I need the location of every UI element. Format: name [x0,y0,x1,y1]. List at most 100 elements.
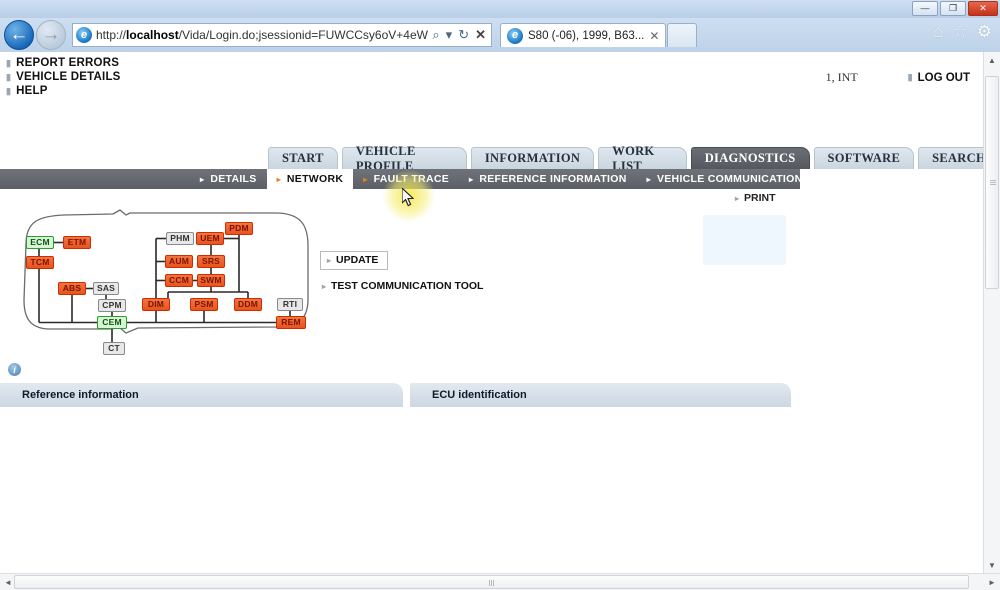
chevron-right-icon: ▸ [200,174,205,184]
node-ccm[interactable]: CCM [165,274,193,287]
tab-label: S80 (-06), 1999, B63... [528,29,645,42]
new-tab-button[interactable] [667,23,698,47]
link-vehicle-details[interactable]: ▮ VEHICLE DETAILS [6,70,121,84]
vertical-scroll-thumb[interactable] [985,76,999,289]
settings-gear-icon[interactable]: ⚙ [977,22,992,42]
node-psm[interactable]: PSM [190,298,218,311]
chevron-right-icon: ▸ [735,193,740,203]
logout-button[interactable]: ▮ LOG OUT [908,72,970,84]
scroll-left-button[interactable]: ◄ [1,575,15,589]
address-bar-icons: ⌕ ▾ ↻ ✕ [432,27,488,43]
link-help-label: HELP [16,85,48,97]
update-label: UPDATE [336,254,379,266]
horizontal-scrollbar[interactable]: ◄ ► [0,573,1000,590]
mouse-cursor-icon [402,188,415,207]
title-bar: — ❐ ✕ [0,0,1000,18]
forward-button-icon[interactable]: → [36,20,66,50]
app-header: ▮ REPORT ERRORS ▮ VEHICLE DETAILS ▮ HELP… [0,52,1000,97]
sub-nav-bar: ▸ DETAILS ▸ NETWORK ▸ FAULT TRACE ▸ REFE… [0,169,802,189]
sub-nav-vehicle-communication-label: VEHICLE COMMUNICATION [656,173,803,185]
favorites-icon[interactable]: ☆ [953,22,968,42]
scroll-up-button[interactable]: ▲ [985,53,999,67]
network-diagram[interactable]: ECM ETM TCM ABS SAS CPM CEM CT PHM UEM P… [8,204,318,364]
header-right: 1, INT ▮ LOG OUT [826,70,970,85]
scroll-right-button[interactable]: ► [985,575,999,589]
refresh-icon[interactable]: ↻ [458,27,469,43]
chevron-down-icon[interactable]: ▾ [446,27,453,43]
node-ecm[interactable]: ECM [26,236,54,249]
vertical-scrollbar[interactable]: ▲ ▼ [983,52,1000,573]
browser-toolbar: ← → e http://localhost/Vida/Login.do;jse… [0,18,1000,52]
window-controls: — ❐ ✕ [912,1,998,16]
print-label: PRINT [744,192,776,204]
node-srs[interactable]: SRS [197,255,225,268]
section-header-ecu-identification[interactable]: ECU identification [410,383,791,407]
browser-tab[interactable]: e S80 (-06), 1999, B63... ✕ [500,23,667,47]
node-aum[interactable]: AUM [165,255,193,268]
back-button-icon[interactable]: ← [4,20,34,50]
stop-icon[interactable]: ✕ [475,27,486,43]
node-pdm[interactable]: PDM [225,222,253,235]
link-report-errors[interactable]: ▮ REPORT ERRORS [6,56,121,70]
node-cpm[interactable]: CPM [98,299,126,312]
restore-icon[interactable]: ❐ [940,1,966,16]
scroll-grip-icon [990,179,996,186]
tab-vehicle-profile[interactable]: VEHICLE PROFILE [341,144,467,173]
chevron-right-icon: ▸ [276,174,281,184]
node-phm[interactable]: PHM [166,232,194,245]
browser-command-bar: ⌂ ☆ ⚙ [933,22,992,42]
tab-work-list[interactable]: WORK LIST [598,144,687,173]
tab-software[interactable]: SOFTWARE [813,147,915,169]
node-rti[interactable]: RTI [277,298,303,311]
main-tab-bar: START VEHICLE PROFILE INFORMATION WORK L… [268,144,1000,173]
node-sas[interactable]: SAS [93,282,119,295]
test-communication-tool-label: TEST COMMUNICATION TOOL [331,280,484,292]
home-icon[interactable]: ⌂ [933,22,943,42]
sidebar-item-vehicle-communication[interactable]: ▸ VEHICLE COMMUNICATION [637,169,813,189]
tab-information[interactable]: INFORMATION [470,147,595,169]
section-header-reference-information[interactable]: Reference information [0,383,403,407]
link-vehicle-details-label: VEHICLE DETAILS [16,71,121,83]
search-icon[interactable]: ⌕ [432,27,439,43]
node-ddm[interactable]: DDM [234,298,262,311]
horizontal-scroll-thumb[interactable] [14,575,969,589]
info-icon[interactable]: i [8,363,21,376]
minimize-icon[interactable]: — [912,1,938,16]
update-button[interactable]: ▸ UPDATE [320,251,389,270]
url-scheme: http:// [96,28,127,42]
sidebar-item-reference-information[interactable]: ▸ REFERENCE INFORMATION [459,169,637,189]
chevron-right-icon: ▸ [327,255,332,265]
link-help[interactable]: ▮ HELP [6,84,121,98]
user-label: 1, INT [825,70,858,84]
node-dim[interactable]: DIM [142,298,170,311]
test-communication-tool-button[interactable]: ▸ TEST COMMUNICATION TOOL [322,280,483,292]
node-swm[interactable]: SWM [197,274,225,287]
chevron-right-icon: ▸ [322,281,327,291]
scroll-down-button[interactable]: ▼ [985,558,999,572]
link-report-errors-label: REPORT ERRORS [16,57,120,69]
sub-nav-details-label: DETAILS [210,173,257,185]
bullet-icon: ▮ [6,72,12,82]
node-rem[interactable]: REM [276,316,306,329]
address-bar[interactable]: e http://localhost/Vida/Login.do;jsessio… [72,23,492,47]
node-etm[interactable]: ETM [63,236,91,249]
node-abs[interactable]: ABS [58,282,86,295]
sub-nav-network-label: NETWORK [286,173,344,185]
tab-close-icon[interactable]: ✕ [649,29,659,43]
tab-diagnostics[interactable]: DIAGNOSTICS [690,147,810,169]
tab-start[interactable]: START [268,147,338,169]
url-host: localhost [126,28,179,42]
sidebar-item-details[interactable]: ▸ DETAILS [190,169,267,189]
node-uem[interactable]: UEM [196,232,224,245]
print-button[interactable]: ▸ PRINT [735,192,776,204]
logout-label: LOG OUT [917,71,970,84]
sub-nav-fault-trace-label: FAULT TRACE [373,173,450,185]
node-ct[interactable]: CT [103,342,125,355]
scroll-grip-icon [488,580,495,586]
node-tcm[interactable]: TCM [26,256,54,269]
bullet-icon: ▮ [907,72,913,82]
sidebar-item-fault-trace[interactable]: ▸ FAULT TRACE [353,169,459,189]
node-cem[interactable]: CEM [97,316,127,329]
close-icon[interactable]: ✕ [968,1,998,16]
sidebar-item-network[interactable]: ▸ NETWORK [266,169,354,189]
